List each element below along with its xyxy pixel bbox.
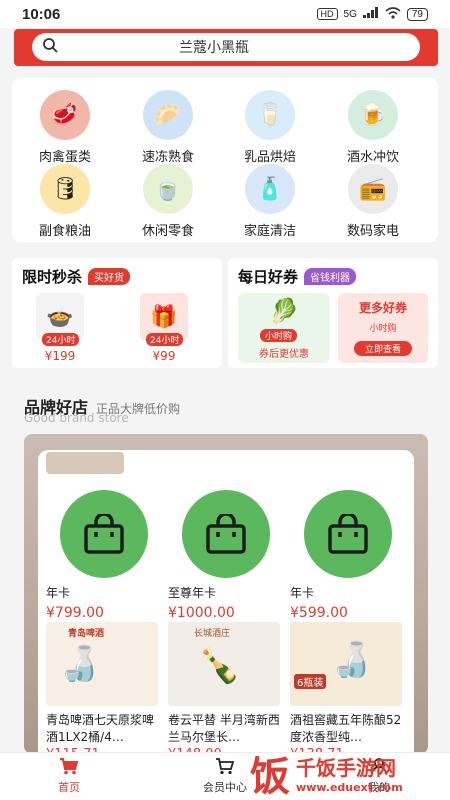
category-appliance[interactable]: 📻 数码家电 [325,164,421,239]
time-badge: 24小时 [42,333,80,346]
bag-icon [182,490,270,578]
product-item[interactable]: 青岛啤酒 🍶 青岛啤酒七天原浆啤酒1LX2桶/4… ¥115.71 [46,622,162,762]
card-name: 年卡 [46,586,71,600]
category-meat[interactable]: 🥩 肉禽蛋类 [17,90,113,165]
status-icons: HD 5G 79 [316,6,428,22]
flash-sale-tag: 买好货 [88,268,131,285]
drinks-icon: 🍺 [348,90,398,140]
search-placeholder: 兰蔻小黑瓶 [179,40,249,56]
brand-section-subtitle-en: Good brand store [24,411,129,425]
hd-indicator: HD [316,8,338,20]
flash-sale-item[interactable]: 🎁 24小时 ¥99 [140,293,188,363]
flash-sale-price: ¥199 [44,349,76,363]
category-label: 休闲零食 [141,224,194,239]
flash-sale-title: 限时秒杀 [22,268,83,286]
category-cleaning[interactable]: 🧴 家庭清洁 [222,164,318,239]
category-label: 家庭清洁 [243,224,296,239]
product-banner: 长城酒庄 [194,629,231,639]
card-price: ¥1000.00 [168,605,235,621]
oil-icon: 🛢 [40,164,90,214]
network-indicator: 5G [343,8,357,20]
time-badge: 小时购 [260,329,298,342]
cleaning-icon: 🧴 [245,164,295,214]
site-watermark: 饭 千饭手游网 www.eduext.com [250,746,450,800]
liquor-product-image: 6瓶装 🍶 [290,622,402,706]
bag-icon [60,490,148,578]
category-snack[interactable]: 🍵 休闲零食 [120,164,216,239]
status-time: 10:06 [22,5,61,23]
category-oil[interactable]: 🛢 副食粮油 [17,164,113,239]
meat-icon: 🥩 [40,90,90,140]
vegetable-icon: 🥬 [269,297,299,325]
membership-card-item[interactable]: 至尊年卡 ¥1000.00 [168,490,284,621]
category-label: 肉禽蛋类 [38,150,91,165]
watermark-text: 千饭手游网 [296,756,396,780]
category-label: 副食粮油 [38,224,91,239]
product-banner: 6瓶装 [294,674,327,689]
category-label: 速冻熟食 [141,150,194,165]
time-badge: 小时购 [369,324,397,334]
appliance-icon: 📻 [348,164,398,214]
time-badge: 24小时 [146,333,184,346]
category-drinks[interactable]: 🍺 酒水冲饮 [325,90,421,165]
daily-coupon-tag: 省钱利器 [304,268,357,285]
wine-bottle-icon: 🍾 [198,646,241,686]
wifi-icon [385,6,401,22]
search-bar[interactable]: 兰蔻小黑瓶 [32,33,420,61]
membership-card-item[interactable]: 年卡 ¥599.00 [290,490,406,621]
tab-home[interactable]: 首页 [24,757,114,795]
product-name: 青岛啤酒七天原浆啤酒1LX2桶/4… [46,713,155,744]
dairy-icon: 🥛 [245,90,295,140]
product-banner: 青岛啤酒 [68,629,105,639]
category-dairy[interactable]: 🥛 乳品烘焙 [222,90,318,165]
coupon-caption: 券后更优惠 [259,349,309,360]
category-frozen[interactable]: 🥟 速冻熟食 [120,90,216,165]
flash-sale-price: ¥99 [152,349,176,363]
card-price: ¥799.00 [46,605,104,621]
bag-icon [304,490,392,578]
home-cart-icon [24,757,114,777]
view-now-button[interactable]: 立即查看 [354,341,412,356]
beer-product-image: 青岛啤酒 🍶 [46,622,158,706]
daily-coupon-title: 每日好券 [238,268,299,286]
coupon-product-card[interactable]: 🥬 小时购 券后更优惠 [238,293,330,363]
snack-icon: 🍵 [143,164,193,214]
card-price: ¥599.00 [290,605,348,621]
product-name: 酒祖窖藏五年陈酿52度浓香型纯… [290,713,402,744]
tab-label: 首页 [58,781,80,794]
daily-coupon-panel[interactable]: 每日好券 省钱利器 🥬 小时购 券后更优惠 更多好券 小时购 立即查看 [228,258,438,368]
liquor-bottles-icon: 🍶 [330,640,373,680]
card-name: 年卡 [290,586,315,600]
flash-sale-panel[interactable]: 限时秒杀 买好货 🍲 24小时 ¥199 🎁 24小时 ¥99 [12,258,222,368]
card-name: 至尊年卡 [168,586,217,600]
search-icon [42,37,58,57]
product-item[interactable]: 6瓶装 🍶 酒祖窖藏五年陈酿52度浓香型纯… ¥138.71 [290,622,406,762]
category-grid: 🥩 肉禽蛋类 🥟 速冻熟食 🥛 乳品烘焙 🍺 酒水冲饮 🛢 副食粮油 🍵 休闲零… [12,78,438,242]
category-label: 乳品烘焙 [243,150,296,165]
product-name: 卷云平替 半月湾新西兰马尔堡长… [168,713,280,744]
watermark-logo: 饭 [250,754,290,800]
product-item[interactable]: 长城酒庄 🍾 卷云平替 半月湾新西兰马尔堡长… ¥148.00 [168,622,284,762]
search-header: 兰蔻小黑瓶 [14,29,438,66]
promo-row: 限时秒杀 买好货 🍲 24小时 ¥199 🎁 24小时 ¥99 每日好券 省钱利… [12,258,438,368]
wine-product-image: 长城酒庄 🍾 [168,622,280,706]
frozen-food-icon: 🥟 [143,90,193,140]
store-logo-thumbnail [46,452,124,474]
status-bar: 10:06 HD 5G 79 [0,0,450,28]
category-label: 数码家电 [346,224,399,239]
more-coupons-card[interactable]: 更多好券 小时购 立即查看 [338,293,428,363]
watermark-url: www.eduext.com [296,781,403,794]
flash-sale-item[interactable]: 🍲 24小时 ¥199 [36,293,84,363]
beer-keg-icon: 🍶 [58,644,101,684]
battery-indicator: 79 [406,7,428,21]
category-label: 酒水冲饮 [346,150,399,165]
signal-icon [362,7,379,21]
more-coupons-label: 更多好券 [358,301,407,315]
membership-card-item[interactable]: 年卡 ¥799.00 [46,490,162,621]
